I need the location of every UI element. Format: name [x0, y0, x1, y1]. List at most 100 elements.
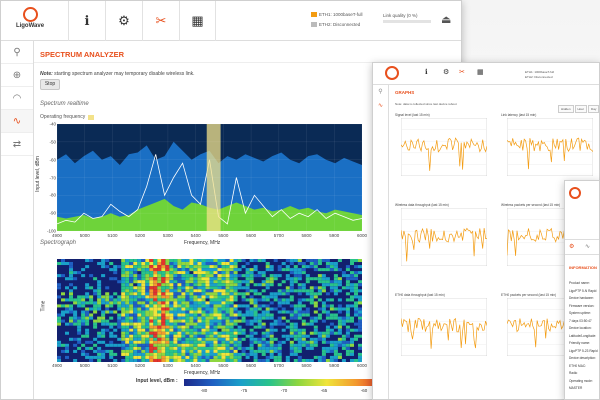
info-nav-button[interactable]: ℹ — [68, 1, 105, 41]
heatmap-cell — [105, 349, 110, 353]
heatmap-cell — [249, 295, 254, 299]
heatmap-cell — [161, 304, 166, 308]
ligowave-logo-icon[interactable] — [385, 66, 399, 80]
heatmap-cell — [185, 319, 190, 323]
chart-icon[interactable]: ∿ — [373, 99, 388, 113]
heatmap-cell — [309, 292, 314, 296]
heatmap-cell — [233, 319, 238, 323]
heatmap-cell — [193, 349, 198, 353]
heatmap-cell — [137, 322, 142, 326]
y-tick-label: -40 — [49, 121, 56, 127]
heatmap-cell — [289, 325, 294, 329]
heatmap-cell — [237, 310, 242, 314]
settings-nav-button[interactable]: ⚙ — [105, 1, 142, 41]
heatmap-cell — [165, 298, 170, 302]
tab-hidden[interactable]: Hidden — [558, 105, 574, 113]
heatmap-cell — [289, 304, 294, 308]
heatmap-cell — [289, 331, 294, 335]
heatmap-cell — [213, 304, 218, 308]
heatmap-cell — [261, 298, 266, 302]
heatmap-cell — [185, 328, 190, 332]
tab-hour[interactable]: Hour — [574, 105, 588, 113]
monitor-icon[interactable]: ▦ — [477, 68, 484, 76]
gear-icon[interactable]: ⚙ — [443, 68, 449, 76]
heatmap-cell — [213, 325, 218, 329]
stop-button[interactable]: Stop — [40, 79, 60, 90]
monitor-nav-button[interactable]: ▦ — [179, 1, 216, 41]
heatmap-cell — [137, 325, 142, 329]
info-line: Radio — [569, 371, 578, 375]
tab-day[interactable]: Day — [588, 105, 599, 113]
heatmap-cell — [201, 340, 206, 344]
heatmap-cell — [217, 337, 222, 341]
heatmap-cell — [81, 316, 86, 320]
heatmap-cell — [205, 307, 210, 311]
heatmap-cell — [217, 319, 222, 323]
heatmap-cell — [81, 310, 86, 314]
mini-plot-frame — [401, 208, 487, 266]
chart-icon[interactable]: ∿ — [585, 243, 590, 250]
color-tick: -70 — [280, 388, 288, 393]
heatmap-cell — [205, 328, 210, 332]
sidebar-item-spectrum[interactable]: ∿ — [1, 110, 33, 133]
heatmap-cell — [297, 331, 302, 335]
heatmap-cell — [293, 265, 298, 269]
heatmap-cell — [345, 274, 350, 278]
heatmap-cell — [354, 307, 359, 311]
heatmap-cell — [337, 331, 342, 335]
heatmap-cell — [213, 274, 218, 278]
heatmap-cell — [241, 346, 246, 350]
heatmap-cell — [313, 277, 318, 281]
gear-icon[interactable]: ⚙ — [569, 243, 574, 250]
heatmap-cell — [165, 286, 170, 290]
tools-nav-button[interactable]: ✂ — [142, 1, 179, 41]
heatmap-cell — [93, 292, 98, 296]
heatmap-cell — [329, 286, 334, 290]
heatmap-cell — [189, 310, 194, 314]
heatmap-cell — [305, 313, 310, 317]
heatmap-cell — [213, 280, 218, 284]
tools-icon[interactable]: ✂ — [459, 68, 465, 76]
sidebar-item-speed[interactable]: ◠ — [1, 87, 33, 110]
heatmap-cell — [113, 343, 118, 347]
info-icon[interactable]: ℹ — [425, 68, 428, 76]
heatmap-cell — [165, 283, 170, 287]
heatmap-cell — [153, 322, 158, 326]
heatmap-cell — [193, 337, 198, 341]
heatmap-cell — [225, 283, 230, 287]
heatmap-cell — [345, 331, 350, 335]
heatmap-cell — [193, 343, 198, 347]
mini-graph: Signal level (last 15 min) — [395, 113, 495, 181]
heatmap-cell — [173, 262, 178, 266]
heatmap-cell — [81, 295, 86, 299]
heatmap-cell — [133, 319, 138, 323]
heatmap-cell — [65, 331, 70, 335]
heatmap-cell — [137, 352, 142, 356]
sidebar-item-settings[interactable]: ⇄ — [1, 133, 33, 156]
ligowave-logo[interactable]: LigoWave — [3, 5, 57, 37]
heatmap-cell — [181, 340, 186, 344]
heatmap-cell — [253, 355, 258, 359]
heatmap-cell — [137, 328, 142, 332]
info-line: Device location: — [569, 326, 592, 330]
heatmap-cell — [189, 286, 194, 290]
heatmap-cell — [81, 313, 86, 317]
heatmap-cell — [221, 280, 226, 284]
heatmap-cell — [157, 307, 162, 311]
heatmap-cell — [141, 328, 146, 332]
heatmap-cell — [237, 343, 242, 347]
search-icon[interactable]: ⚲ — [373, 85, 388, 99]
heatmap-cell — [309, 298, 314, 302]
heatmap-cell — [273, 322, 278, 326]
heatmap-cell — [133, 337, 138, 341]
heatmap-cell — [129, 295, 134, 299]
heatmap-cell — [350, 349, 355, 353]
sidebar-item-network[interactable]: ⊕ — [1, 64, 33, 87]
heatmap-cell — [197, 265, 202, 269]
sidebar-item-search[interactable]: ⚲ — [1, 41, 33, 64]
heatmap-cell — [85, 295, 90, 299]
logout-icon[interactable]: ⏏ — [441, 13, 451, 26]
heatmap-cell — [245, 298, 250, 302]
heatmap-cell — [65, 343, 70, 347]
heatmap-cell — [173, 304, 178, 308]
